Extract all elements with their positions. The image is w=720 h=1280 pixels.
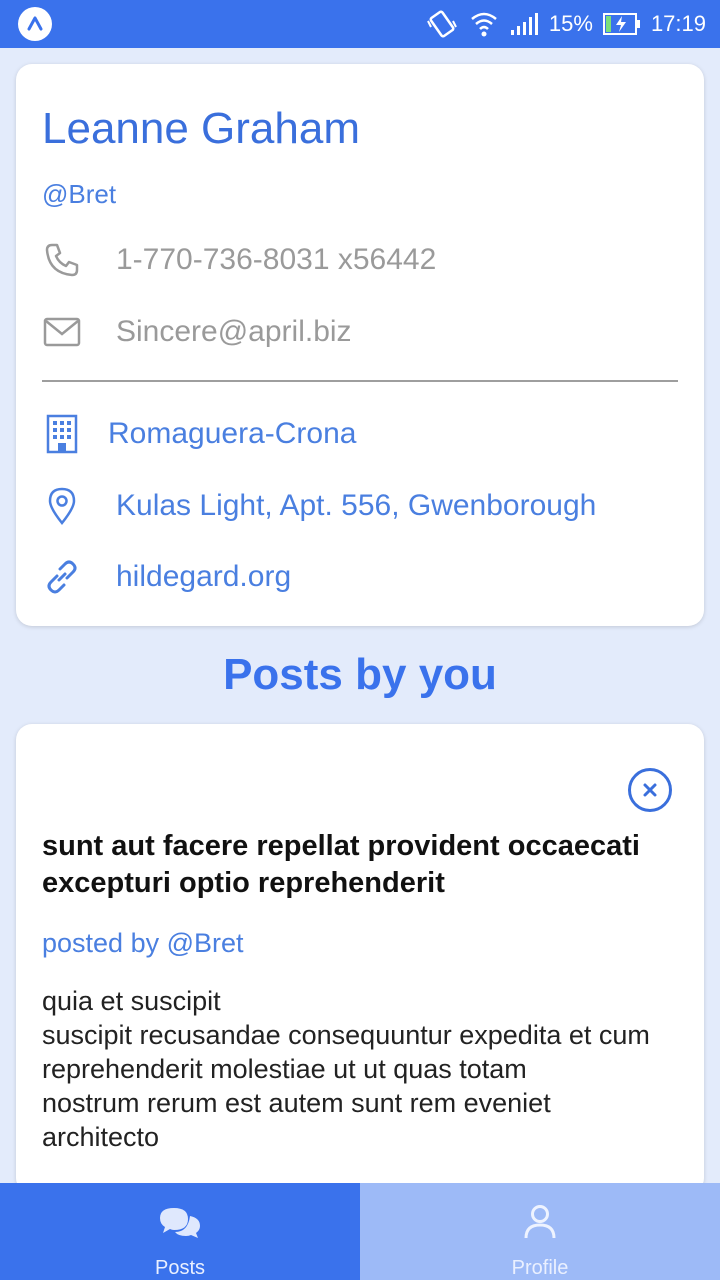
phone-row[interactable]: 1-770-736-8031 x56442 [42, 240, 436, 280]
post-title: sunt aut facere repellat provident occae… [42, 830, 640, 899]
battery-charging-icon [602, 12, 641, 36]
address-text: Kulas Light, Apt. 556, Gwenborough [116, 489, 597, 522]
vibrate-icon [425, 9, 459, 39]
tab-posts-label: Posts [154, 1257, 206, 1279]
post-card[interactable]: sunt aut facere repellat provident occae… [16, 724, 704, 1194]
website-row[interactable]: hildegard.org [42, 557, 291, 597]
divider [42, 380, 678, 382]
building-icon [42, 414, 82, 454]
company-row: Romaguera-Crona [42, 414, 356, 454]
address-row[interactable]: Kulas Light, Apt. 556, Gwenborough [42, 486, 596, 526]
signal-icon [509, 12, 539, 36]
status-bar: 15% 17:19 [0, 0, 720, 48]
company-name: Romaguera-Crona [108, 417, 357, 450]
person-icon [523, 1204, 557, 1246]
bottom-tab-bar: Posts Profile [0, 1183, 720, 1280]
tab-profile-label: Profile [511, 1257, 569, 1279]
phone-number: 1-770-736-8031 x56442 [116, 243, 437, 276]
delete-post-button[interactable] [628, 768, 672, 812]
post-body: quia et suscipit suscipit recusandae con… [42, 986, 650, 1152]
chat-bubbles-icon [158, 1206, 202, 1246]
post-author: posted by @Bret [42, 928, 244, 958]
close-icon [643, 783, 657, 797]
link-icon [42, 557, 82, 597]
status-icons: 15% 17:19 [425, 9, 706, 39]
tab-profile[interactable]: Profile [360, 1183, 720, 1280]
tab-posts[interactable]: Posts [0, 1183, 360, 1280]
wifi-icon [469, 9, 499, 39]
clock: 17:19 [650, 11, 706, 36]
profile-username: @Bret [42, 179, 117, 209]
website-link[interactable]: hildegard.org [116, 560, 291, 594]
location-pin-icon [42, 486, 82, 526]
app-notification-icon [18, 7, 52, 41]
email-row[interactable]: Sincere@april.biz [42, 312, 352, 352]
profile-name: Leanne Graham [42, 104, 360, 153]
profile-card: Leanne Graham @Bret 1-770-736-8031 x5644… [16, 64, 704, 626]
mail-icon [42, 312, 82, 352]
email-address: Sincere@april.biz [116, 315, 352, 348]
battery-percent: 15% [548, 11, 593, 36]
phone-icon [42, 240, 82, 280]
posts-section-title: Posts by you [223, 650, 497, 699]
